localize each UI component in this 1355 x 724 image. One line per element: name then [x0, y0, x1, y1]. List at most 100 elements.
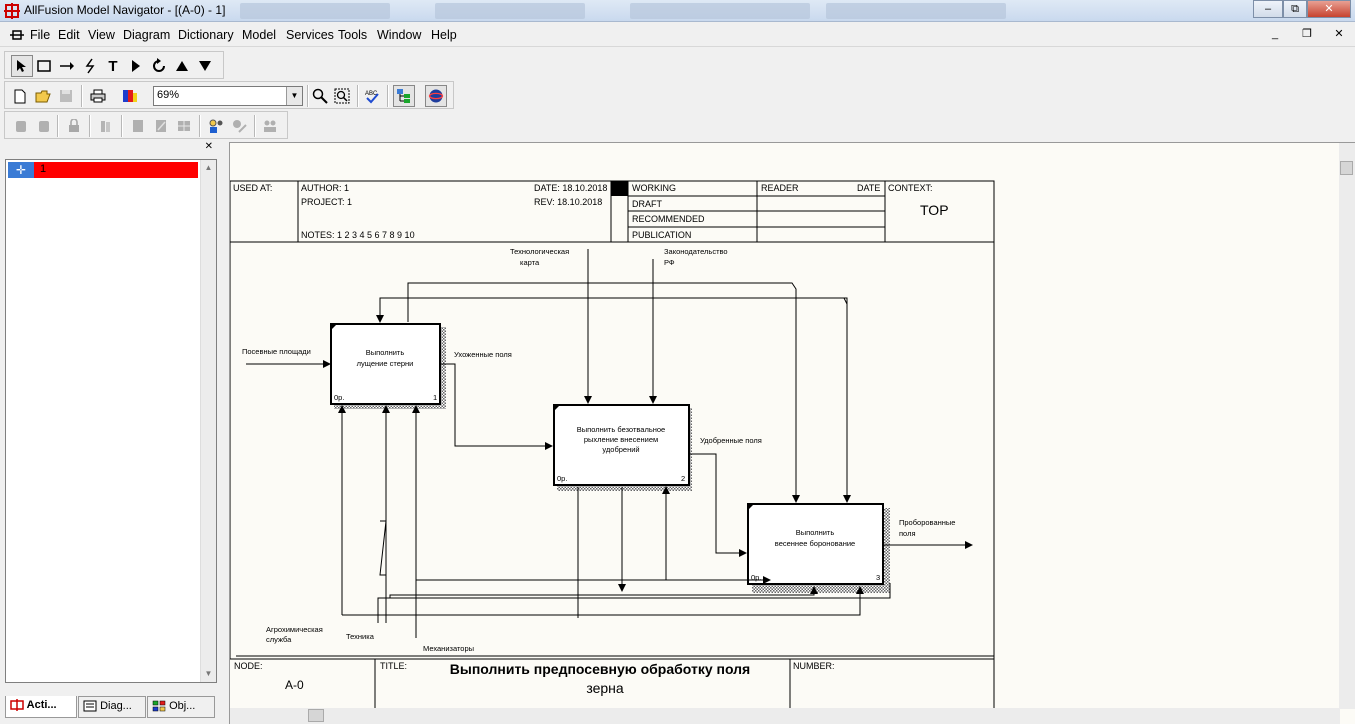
arrow-tool-icon[interactable] [56, 55, 78, 77]
pointer-tool-icon[interactable] [11, 55, 33, 77]
explorer-close-button[interactable]: ✕ [205, 142, 213, 152]
scroll-down-icon[interactable]: ▼ [201, 666, 216, 682]
activity-node-icon: ✛ [8, 162, 34, 178]
menu-view[interactable]: View [88, 28, 115, 42]
status-draft: DRAFT [632, 199, 662, 209]
print-icon[interactable] [87, 85, 109, 107]
arrow-mech-tech-squiggle [379, 520, 387, 576]
box-3-label-line-1: Выполнить [796, 528, 835, 537]
canvas-vscroll-thumb[interactable] [1340, 161, 1353, 175]
mdi-restore-button[interactable]: ❐ [1294, 27, 1320, 43]
squiggle-tool-icon[interactable] [79, 55, 101, 77]
canvas-horizontal-scrollbar[interactable] [230, 708, 1340, 724]
toolbar-separator [57, 115, 59, 137]
menu-file[interactable]: File [30, 28, 50, 42]
text-tool-icon[interactable]: T [102, 55, 124, 77]
mdi-close-button[interactable]: ✕ [1326, 27, 1352, 43]
spell-check-icon[interactable]: ABC [361, 85, 383, 107]
menu-window[interactable]: Window [377, 28, 421, 42]
footer-number-label: NUMBER: [793, 661, 835, 671]
go-down-icon[interactable] [194, 55, 216, 77]
menu-diagram[interactable]: Diagram [123, 28, 170, 42]
menu-services[interactable]: Services [286, 28, 334, 42]
arrow-box1-to-box2[interactable] [441, 363, 553, 450]
new-file-icon[interactable] [9, 85, 31, 107]
tab-objects[interactable]: Obj... [147, 696, 215, 718]
rotate-icon[interactable] [148, 55, 170, 77]
window-close-button[interactable]: ✕ [1307, 0, 1351, 18]
activity-box-2[interactable]: Выполнить безотвальное рыхление внесение… [553, 404, 690, 486]
arrow-box2-to-box3[interactable] [690, 453, 747, 557]
books-icon[interactable] [95, 115, 117, 137]
document-icon[interactable] [10, 29, 24, 41]
model-explorer-icon[interactable] [393, 85, 415, 107]
footer-title-label: TITLE: [380, 661, 407, 671]
label-mech-3: Механизаторы [423, 644, 474, 653]
status-recommended: RECOMMENDED [632, 214, 705, 224]
menu-edit[interactable]: Edit [58, 28, 80, 42]
menu-model[interactable]: Model [242, 28, 276, 42]
header-context-value: TOP [920, 202, 949, 218]
zoom-value: 69% [157, 89, 180, 101]
open-folder-icon[interactable] [32, 85, 54, 107]
diagram-header: USED AT: AUTHOR: 1 PROJECT: 1 NOTES: 1 2… [230, 180, 995, 243]
report-edit-icon[interactable] [150, 115, 172, 137]
box-2-label-line-1: Выполнить безотвальное [577, 425, 665, 434]
zoom-select[interactable]: 69% ▼ [153, 86, 303, 106]
canvas-vertical-scrollbar[interactable] [1339, 143, 1355, 709]
window-title-bar[interactable]: AllFusion Model Navigator - [(A-0) - 1] … [0, 0, 1355, 22]
mdi-minimize-button[interactable]: _ [1262, 27, 1288, 43]
label-mech-1b: служба [266, 635, 292, 644]
box-tool-icon[interactable] [33, 55, 55, 77]
zoom-in-icon[interactable] [309, 85, 331, 107]
go-to-parent-icon[interactable] [171, 55, 193, 77]
tab-activities[interactable]: Acti... [5, 696, 77, 718]
zoom-fit-icon[interactable] [331, 85, 353, 107]
activity-box-1[interactable]: Выполнить лущение стерни 0р. 1 [330, 323, 441, 405]
grid-icon[interactable] [173, 115, 195, 137]
database-copy-icon[interactable] [33, 115, 55, 137]
database-icon[interactable] [10, 115, 32, 137]
idef0-diagram[interactable]: USED AT: AUTHOR: 1 PROJECT: 1 NOTES: 1 2… [230, 143, 1340, 709]
arrow-control-law-1b[interactable] [653, 297, 848, 308]
go-to-child-icon[interactable] [125, 55, 147, 77]
diagram-canvas[interactable]: USED AT: AUTHOR: 1 PROJECT: 1 NOTES: 1 2… [229, 142, 1355, 724]
window-minimize-button[interactable]: – [1253, 0, 1283, 18]
app-icon [4, 3, 20, 19]
header-context: CONTEXT: [888, 183, 933, 193]
activity-tree[interactable]: ✛ 1 ▲ ▼ [5, 159, 217, 683]
tree-vertical-scrollbar[interactable]: ▲ ▼ [200, 160, 216, 682]
activity-box-3[interactable]: Выполнить весеннее боронование 0р. 3 [747, 503, 884, 585]
label-control-2a: Законодательство [664, 247, 728, 256]
security-edit-icon[interactable] [228, 115, 250, 137]
tree-item-root[interactable]: ✛ 1 [8, 162, 198, 178]
zoom-dropdown-arrow-icon[interactable]: ▼ [286, 87, 302, 105]
model-explorer-panel: ✕ ✛ 1 ▲ ▼ Acti... Diag... Obj... [5, 142, 217, 722]
users-key-icon[interactable] [205, 115, 227, 137]
background-taskbar-ghost [240, 3, 390, 19]
toolbar-separator [199, 115, 201, 137]
menu-help[interactable]: Help [431, 28, 457, 42]
menu-tools[interactable]: Tools [338, 28, 367, 42]
save-icon[interactable] [55, 85, 77, 107]
header-date-col: DATE [857, 183, 880, 193]
arrow-mech-operators-2[interactable] [416, 486, 670, 581]
navigator-globe-icon[interactable] [425, 85, 447, 107]
window-restore-button[interactable]: ⧉ [1283, 0, 1307, 18]
menu-dictionary[interactable]: Dictionary [178, 28, 234, 42]
lock-icon[interactable] [63, 115, 85, 137]
scroll-up-icon[interactable]: ▲ [201, 160, 216, 176]
arrow-control-law-1[interactable] [376, 259, 654, 323]
report-icon[interactable] [127, 115, 149, 137]
color-palette-icon[interactable] [119, 85, 141, 107]
tab-diagrams[interactable]: Diag... [78, 696, 146, 718]
canvas-hscroll-thumb[interactable] [308, 709, 324, 722]
box-3-number: 3 [876, 573, 880, 582]
background-taskbar-ghost [630, 3, 810, 19]
people-icon[interactable] [259, 115, 281, 137]
arrow-mech-tech-3[interactable] [389, 586, 818, 598]
box-2-label-line-3: удобрений [602, 445, 639, 454]
diagrams-tab-icon [83, 700, 97, 712]
box-1-label-line-1: Выполнить [366, 348, 405, 357]
header-date: DATE: 18.10.2018 [534, 183, 607, 193]
